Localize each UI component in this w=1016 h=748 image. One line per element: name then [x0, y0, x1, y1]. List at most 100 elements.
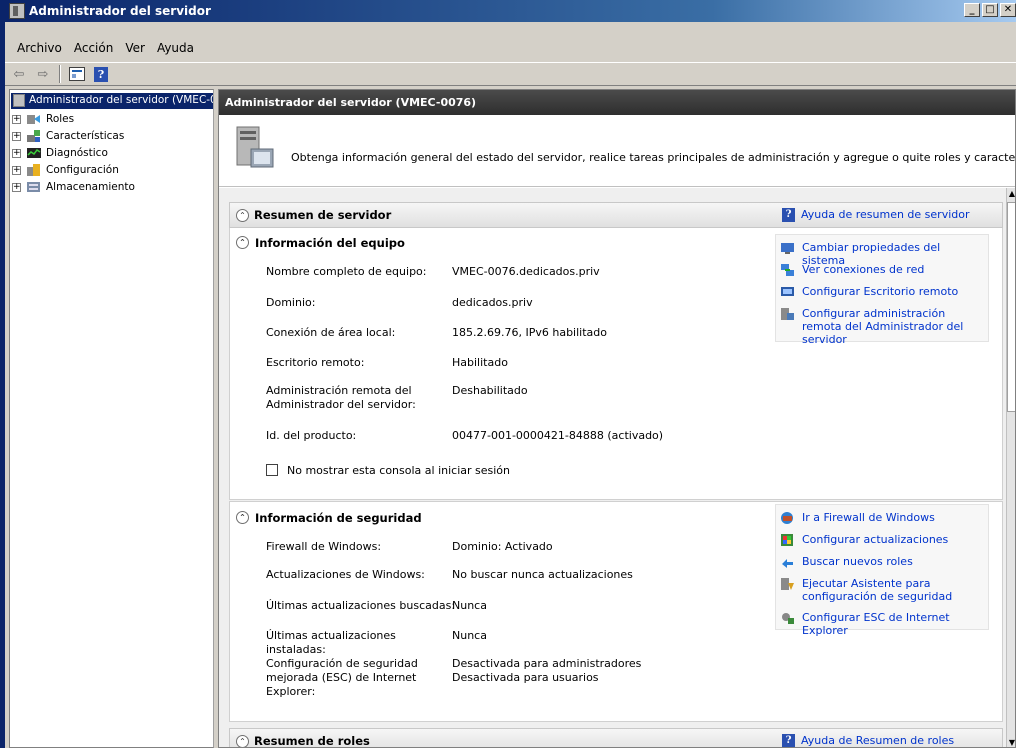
tree-root-server-manager[interactable]: Administrador del servidor (VMEC-0	[11, 93, 213, 109]
tree-item-label: Características	[46, 130, 125, 142]
help-icon: ?	[94, 66, 108, 82]
roles-summary-help-link[interactable]: ? Ayuda de Resumen de roles	[782, 734, 955, 747]
window-title: Administrador del servidor	[29, 4, 211, 18]
field-value: dedicados.priv	[452, 296, 533, 309]
field-value: Desactivada para administradores	[452, 657, 642, 670]
menu-ayuda[interactable]: Ayuda	[151, 41, 200, 55]
task-label: Configurar Escritorio remoto	[802, 285, 959, 298]
server-manager-large-icon	[235, 125, 275, 173]
back-arrow-icon[interactable]: ⇦	[9, 65, 29, 83]
field-label: Escritorio remoto:	[266, 356, 365, 369]
expand-icon[interactable]: +	[12, 132, 21, 141]
field-value: No buscar nunca actualizaciones	[452, 568, 633, 581]
configuration-icon	[26, 163, 42, 177]
dont-show-console-checkbox[interactable]	[266, 464, 278, 476]
subsection-title: Información de seguridad	[255, 511, 422, 525]
windows-update-icon	[780, 533, 795, 547]
console-tree: Administrador del servidor (VMEC-0 + Rol…	[9, 89, 214, 748]
scroll-down-arrow-icon[interactable]: ▼	[1007, 737, 1015, 747]
intro-panel: Obtenga información general del estado d…	[219, 115, 1016, 187]
storage-icon	[26, 180, 42, 194]
tree-item-label: Configuración	[46, 164, 119, 176]
collapse-icon[interactable]: ⌃	[236, 735, 249, 747]
field-value: 00477-001-0000421-84888 (activado)	[452, 429, 664, 442]
title-bar[interactable]: Administrador del servidor _ □ ✕	[5, 0, 1016, 22]
intro-text: Obtenga información general del estado d…	[291, 151, 1016, 164]
minimize-button[interactable]: _	[964, 3, 980, 17]
help-icon: ?	[782, 208, 795, 222]
diagnostics-icon	[26, 146, 42, 160]
field-label: Configuración de seguridad mejorada (ESC…	[266, 657, 418, 698]
task-label: Ir a Firewall de Windows	[802, 511, 935, 524]
subsection-title: Información del equipo	[255, 236, 405, 250]
field-label: Últimas actualizaciones instaladas:	[266, 629, 396, 656]
remote-management-icon	[780, 307, 795, 321]
expand-icon[interactable]: +	[12, 166, 21, 175]
collapse-icon[interactable]: ⌃	[236, 511, 249, 524]
show-console-tree-button[interactable]	[67, 65, 87, 83]
window-controls: _ □ ✕	[964, 3, 1016, 17]
field-value: Dominio: Activado	[452, 540, 553, 553]
security-wizard-icon	[780, 577, 795, 591]
content-pane: Administrador del servidor (VMEC-0076) O…	[218, 89, 1016, 748]
help-link-label: Ayuda de Resumen de roles	[801, 734, 955, 747]
content-header: Administrador del servidor (VMEC-0076)	[219, 90, 1015, 115]
server-icon	[13, 94, 25, 107]
field-label: Nombre completo de equipo:	[266, 265, 427, 278]
field-value: Nunca	[452, 599, 487, 612]
scroll-thumb[interactable]	[1007, 202, 1015, 412]
close-button[interactable]: ✕	[1000, 3, 1016, 17]
collapse-icon[interactable]: ⌃	[236, 236, 249, 249]
help-icon: ?	[782, 734, 795, 747]
field-label: Dominio:	[266, 296, 316, 309]
task-label: Ver conexiones de red	[802, 263, 925, 276]
expand-icon[interactable]: +	[12, 149, 21, 158]
task-label: Configurar administración remota del Adm…	[802, 307, 964, 346]
server-summary-header[interactable]: ⌃ Resumen de servidor ? Ayuda de resumen …	[229, 202, 1003, 228]
field-value: Desactivada para usuarios	[452, 671, 599, 684]
menu-accion[interactable]: Acción	[68, 41, 119, 55]
help-button[interactable]: ?	[91, 65, 111, 83]
console-tree-icon	[69, 67, 85, 81]
vertical-scrollbar[interactable]: ▲ ▼	[1006, 188, 1015, 747]
field-value: Nunca	[452, 629, 487, 642]
roles-icon	[26, 112, 42, 126]
summary-scroll-area[interactable]: ⌃ Resumen de servidor ? Ayuda de resumen …	[219, 188, 1015, 748]
tree-item-label: Roles	[46, 113, 75, 125]
firewall-icon	[780, 511, 795, 525]
menu-ver[interactable]: Ver	[119, 41, 151, 55]
menu-archivo[interactable]: Archivo	[11, 41, 68, 55]
toolbar-separator	[59, 65, 61, 83]
field-label: Id. del producto:	[266, 429, 357, 442]
ie-esc-icon	[780, 611, 795, 625]
field-label: Actualizaciones de Windows:	[266, 568, 425, 581]
roles-summary-header[interactable]: ⌃ Resumen de roles ? Ayuda de Resumen de …	[229, 728, 1003, 748]
server-manager-icon	[9, 3, 25, 19]
security-info-body: ⌃ Información de seguridad Firewall de Wi…	[229, 501, 1003, 722]
security-info-header[interactable]: ⌃ Información de seguridad	[236, 511, 422, 525]
server-manager-window: Administrador del servidor _ □ ✕ Archivo…	[0, 0, 1016, 748]
menu-bar: Archivo Acción Ver Ayuda	[5, 38, 1016, 58]
section-title: Resumen de servidor	[254, 208, 392, 222]
tree-item-label: Diagnóstico	[46, 147, 108, 159]
remote-desktop-icon	[780, 285, 795, 299]
help-link-label: Ayuda de resumen de servidor	[801, 208, 970, 221]
toolbar: ⇦ ⇨ ?	[5, 62, 1016, 86]
section-title: Resumen de roles	[254, 734, 370, 748]
tree-item-label: Almacenamiento	[46, 181, 135, 193]
field-label: Conexión de área local:	[266, 326, 396, 339]
equipment-info-header[interactable]: ⌃ Información del equipo	[236, 236, 405, 250]
forward-arrow-icon[interactable]: ⇨	[33, 65, 53, 83]
collapse-icon[interactable]: ⌃	[236, 209, 249, 222]
equipment-tasks-panel: Cambiar propiedades del sistema Ver cone…	[775, 234, 989, 346]
expand-icon[interactable]: +	[12, 115, 21, 124]
scroll-up-arrow-icon[interactable]: ▲	[1007, 188, 1015, 200]
expand-icon[interactable]: +	[12, 183, 21, 192]
task-label: Configurar ESC de Internet Explorer	[802, 611, 950, 637]
server-summary-help-link[interactable]: ? Ayuda de resumen de servidor	[782, 208, 970, 222]
field-label: Administración remota del Administrador …	[266, 384, 416, 411]
maximize-button[interactable]: □	[982, 3, 998, 17]
field-label: Firewall de Windows:	[266, 540, 382, 553]
network-connections-icon	[780, 263, 795, 277]
security-tasks-panel: Ir a Firewall de Windows Configurar actu…	[775, 504, 989, 637]
